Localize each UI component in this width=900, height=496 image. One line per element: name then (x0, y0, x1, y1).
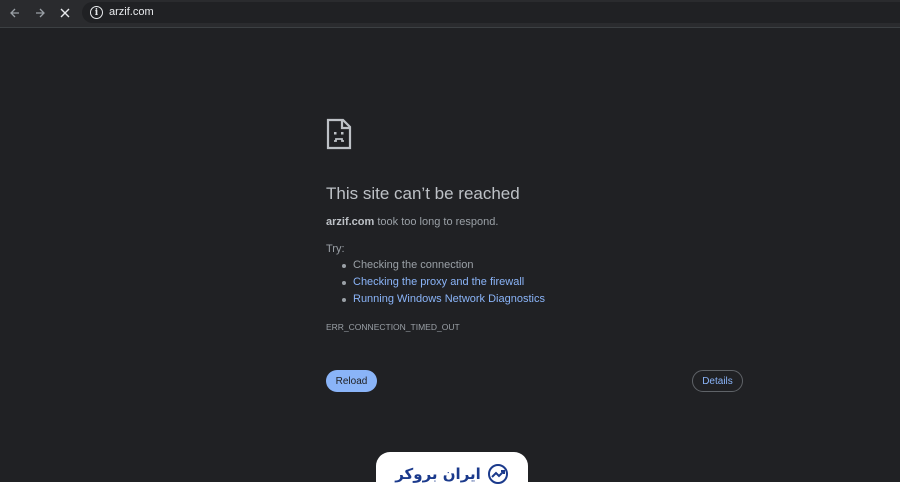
forward-button[interactable] (29, 3, 51, 23)
address-bar[interactable]: i arzif.com (82, 2, 900, 23)
error-message-text: took too long to respond. (374, 216, 499, 228)
error-message: arzif.com took too long to respond. (326, 216, 498, 228)
watermark-text: ایران بروکر (395, 465, 481, 483)
suggestion-check-proxy-link[interactable]: Checking the proxy and the firewall (326, 276, 545, 293)
trend-chart-logo-icon (487, 464, 508, 484)
browser-toolbar: i arzif.com (0, 0, 900, 28)
reload-button[interactable]: Reload (326, 370, 377, 392)
arrow-right-icon (36, 8, 45, 18)
error-title: This site can’t be reached (326, 184, 520, 203)
error-content: This site can’t be reached arzif.com too… (326, 118, 746, 332)
arrow-left-icon (10, 8, 19, 18)
suggestion-network-diagnostics-link[interactable]: Running Windows Network Diagnostics (326, 293, 545, 310)
watermark-badge: ایران بروکر (376, 452, 528, 496)
suggestions-list: Checking the connection Checking the pro… (326, 259, 545, 310)
info-icon[interactable]: i (90, 6, 103, 19)
error-domain: arzif.com (326, 216, 375, 228)
close-icon (60, 8, 70, 18)
details-button[interactable]: Details (692, 370, 743, 392)
try-label: Try: (326, 243, 345, 255)
sad-document-icon (326, 118, 352, 150)
stop-button[interactable] (54, 3, 76, 23)
url-text[interactable]: arzif.com (109, 6, 154, 18)
error-code: ERR_CONNECTION_TIMED_OUT (326, 322, 460, 332)
back-button[interactable] (4, 3, 26, 23)
suggestion-check-connection: Checking the connection (326, 259, 545, 276)
